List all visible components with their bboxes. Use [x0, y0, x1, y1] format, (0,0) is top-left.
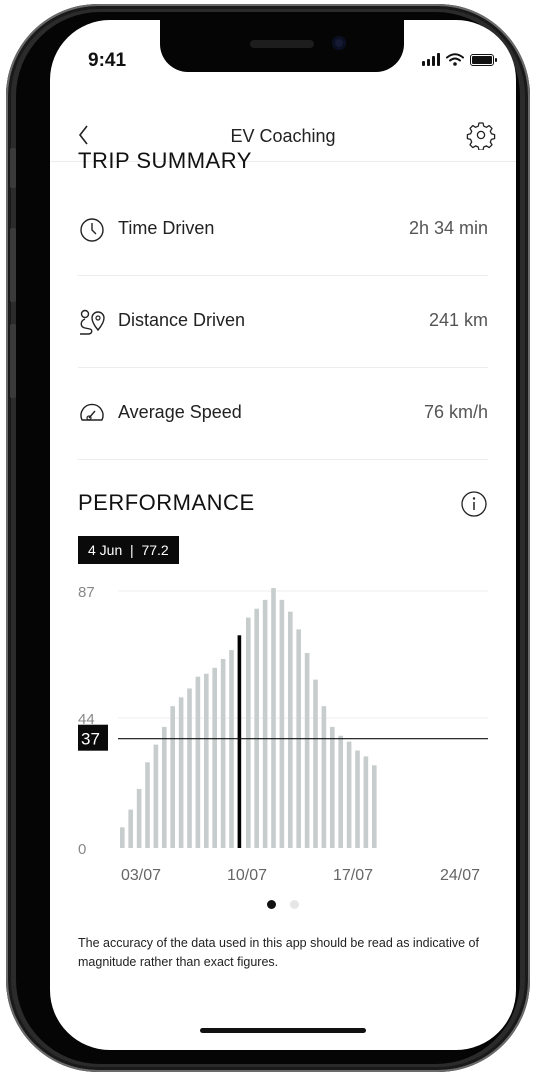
selected-bar[interactable]: [237, 635, 242, 848]
page-dot-2[interactable]: [290, 900, 299, 909]
bar[interactable]: [304, 653, 310, 848]
performance-chart[interactable]: 874403703/07 10/07 17/07 24/07: [50, 20, 516, 900]
bar[interactable]: [220, 658, 226, 848]
bar[interactable]: [162, 726, 167, 848]
bar[interactable]: [136, 788, 142, 848]
home-indicator: [200, 1028, 366, 1033]
y-tick-label: 87: [78, 584, 95, 601]
bar[interactable]: [178, 697, 184, 848]
bar[interactable]: [271, 588, 276, 848]
bar[interactable]: [363, 756, 369, 848]
bar[interactable]: [346, 741, 352, 848]
x-tick-label: 10/07: [227, 867, 267, 884]
bar[interactable]: [262, 599, 268, 848]
bar[interactable]: [338, 735, 343, 848]
bar[interactable]: [372, 765, 377, 848]
bar[interactable]: [187, 688, 192, 848]
x-tick-label: 17/07: [333, 867, 373, 884]
bar[interactable]: [254, 608, 259, 848]
bar[interactable]: [145, 762, 150, 848]
bar[interactable]: [128, 809, 133, 848]
bar[interactable]: [195, 676, 201, 848]
bar[interactable]: [246, 617, 251, 848]
bar[interactable]: [321, 706, 327, 848]
page-dot-1[interactable]: [267, 900, 276, 909]
bar[interactable]: [212, 667, 217, 848]
page-indicator: [50, 900, 516, 909]
bar[interactable]: [288, 611, 293, 848]
average-label: 37: [81, 730, 100, 749]
bar[interactable]: [355, 750, 360, 848]
bar[interactable]: [229, 650, 234, 848]
bar[interactable]: [279, 599, 285, 848]
y-tick-label: 0: [78, 841, 86, 858]
bar[interactable]: [153, 744, 159, 848]
bar[interactable]: [170, 706, 175, 848]
x-tick-label: 03/07: [121, 867, 161, 884]
bar[interactable]: [204, 673, 209, 848]
disclaimer-text: The accuracy of the data used in this ap…: [78, 936, 479, 969]
bar[interactable]: [120, 827, 125, 848]
bar[interactable]: [330, 726, 335, 848]
bar[interactable]: [313, 679, 318, 848]
x-tick-label: 24/07: [440, 867, 480, 884]
app-screen: 9:41 EV Coaching TRIP SUMMARY Time Drive…: [50, 20, 516, 1050]
